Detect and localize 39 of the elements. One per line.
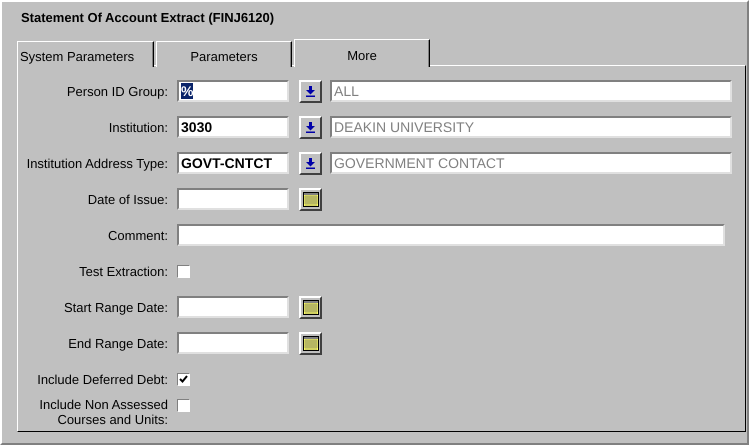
checkbox[interactable] xyxy=(177,372,190,386)
field-label: Comment: xyxy=(107,228,168,242)
description-field: GOVERNMENT CONTACT xyxy=(330,152,732,174)
lookup-button[interactable] xyxy=(299,152,322,174)
window-title: Statement Of Account Extract (FINJ6120) xyxy=(20,9,276,27)
down-arrow-icon xyxy=(305,85,316,97)
input-field[interactable]: GOVT-CNTCT xyxy=(177,152,289,174)
field-label: Start Range Date: xyxy=(62,300,168,314)
comment-field[interactable] xyxy=(177,224,725,246)
checkbox[interactable] xyxy=(177,399,190,412)
calendar-button[interactable] xyxy=(299,332,322,354)
date-field[interactable] xyxy=(177,296,289,318)
calendar-icon xyxy=(302,300,318,314)
date-field[interactable] xyxy=(177,188,289,210)
date-field[interactable] xyxy=(177,332,289,354)
field-label: Date of Issue: xyxy=(86,192,168,206)
calendar-icon xyxy=(302,336,318,350)
calendar-button[interactable] xyxy=(299,188,322,210)
description-field: DEAKIN UNIVERSITY xyxy=(330,116,732,138)
field-label: Person ID Group: xyxy=(66,84,168,98)
field-label: Institution: xyxy=(108,120,168,134)
calendar-button[interactable] xyxy=(299,296,322,318)
field-label: Include Non Assessed Courses and Units: xyxy=(38,397,168,427)
tab[interactable]: More xyxy=(294,39,430,67)
calendar-icon xyxy=(302,192,318,206)
field-label: Include Deferred Debt: xyxy=(36,372,168,386)
field-label: Institution Address Type: xyxy=(26,156,168,170)
tab[interactable]: System Parameters xyxy=(17,41,154,67)
field-label: End Range Date: xyxy=(67,336,168,350)
lookup-button[interactable] xyxy=(299,116,322,138)
field-label: Test Extraction: xyxy=(78,264,168,278)
down-arrow-icon xyxy=(305,121,316,133)
checkbox[interactable] xyxy=(177,264,190,278)
down-arrow-icon xyxy=(305,157,316,169)
tab[interactable]: Parameters xyxy=(156,41,292,67)
input-field[interactable]: % xyxy=(177,80,289,102)
input-field[interactable]: 3030 xyxy=(177,116,289,138)
lookup-button[interactable] xyxy=(299,80,322,102)
description-field: ALL xyxy=(330,80,732,102)
